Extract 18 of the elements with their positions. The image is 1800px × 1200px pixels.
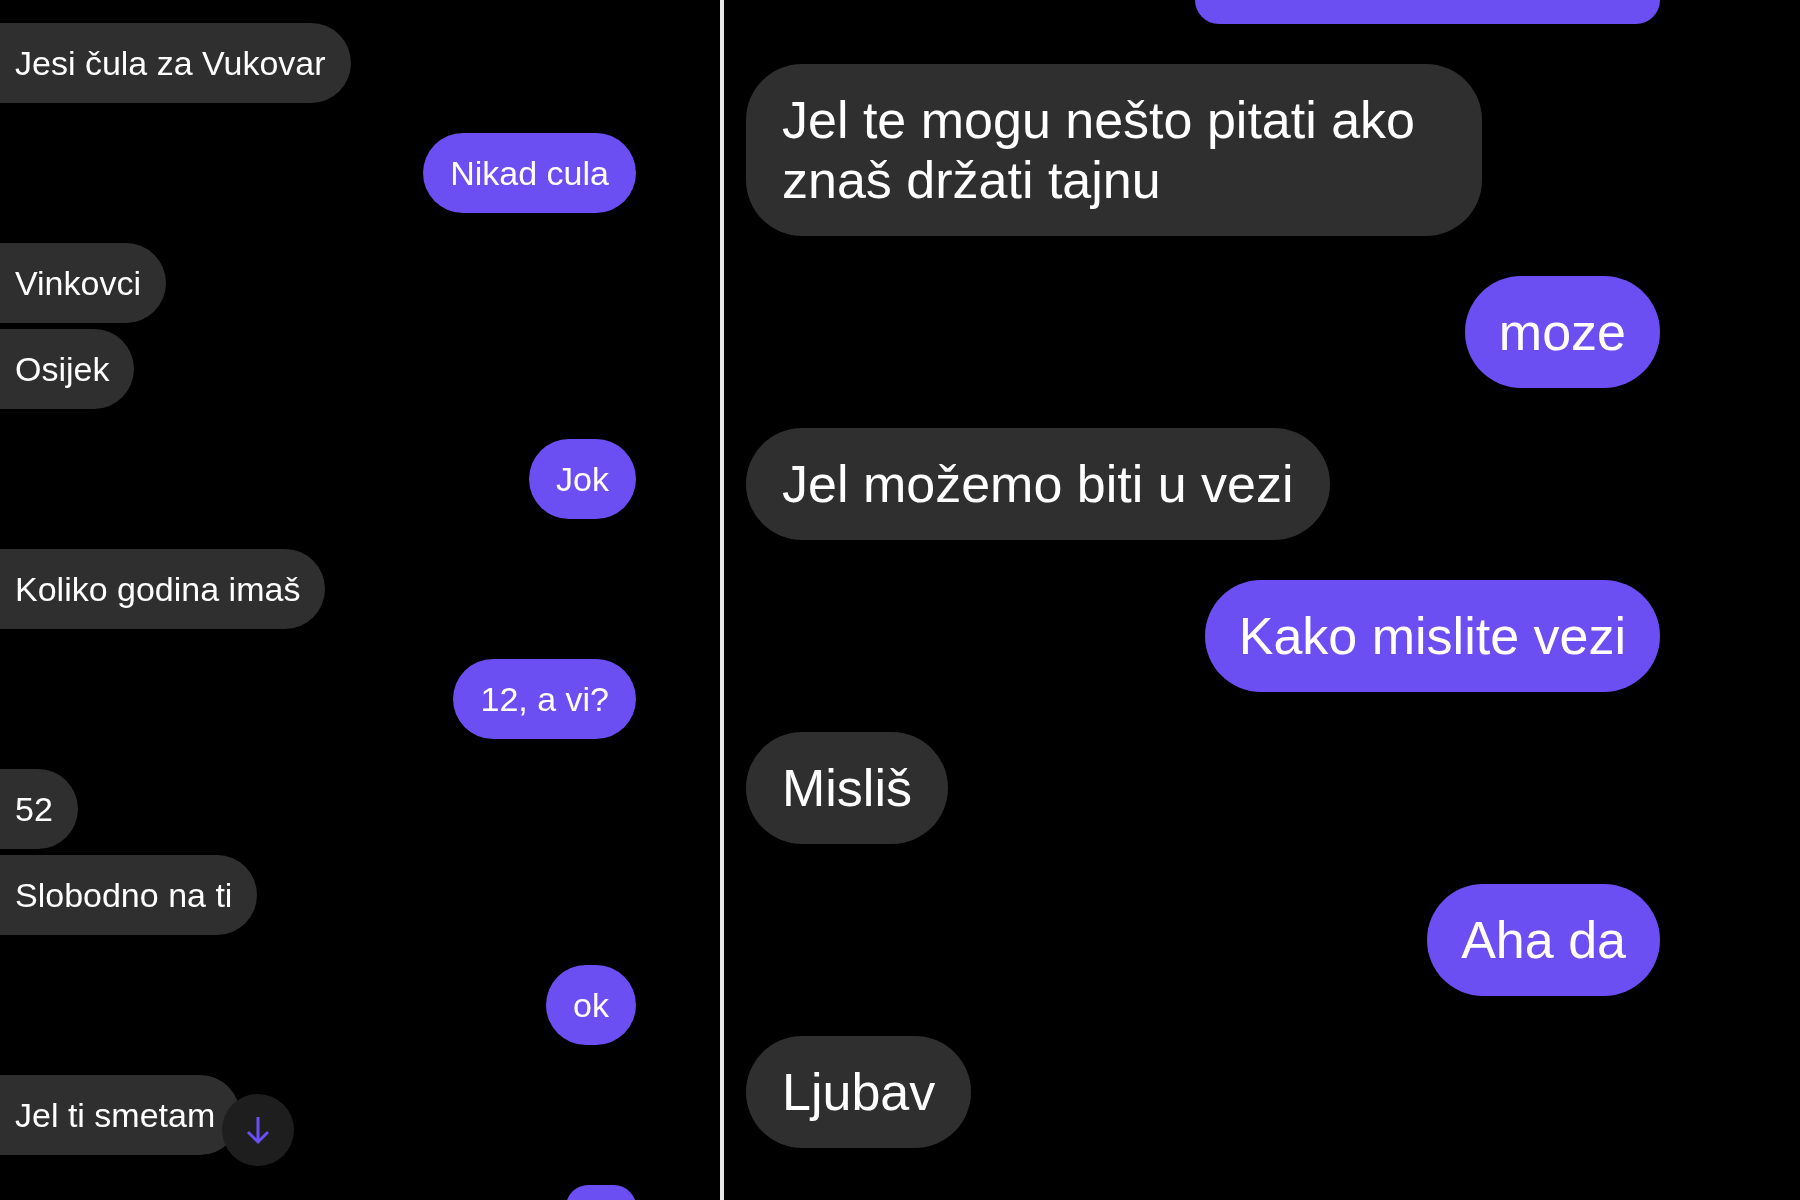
message-bubble: Jok xyxy=(529,439,636,519)
message-bubble: Osijek xyxy=(0,329,135,409)
message-bubble: Vinkovci xyxy=(0,243,166,323)
message-bubble: Nikad cula xyxy=(423,133,636,213)
message-bubble: Jel možemo biti u vezi xyxy=(746,428,1330,540)
message-bubble: ok xyxy=(546,965,636,1045)
message-bubble: Aha da xyxy=(1427,884,1660,996)
message-bubble: 52 xyxy=(0,769,78,849)
message-bubble: Jel te mogu nešto pitati ako znaš držati tajnu xyxy=(746,64,1482,236)
message-bubble: Ljubav xyxy=(746,1036,972,1148)
message-bubble: Koliko godina imaš xyxy=(0,549,326,629)
message-bubble: Slobodno na ti xyxy=(0,855,258,935)
message-bubble: Misliš xyxy=(746,732,948,844)
message-bubble: Kako mislite vezi xyxy=(1204,580,1660,692)
down-arrow-icon xyxy=(245,1115,272,1145)
message-bubble: 12, a vi? xyxy=(453,659,636,739)
message-bubble: moze xyxy=(1464,276,1660,388)
message-bubble: Jesi čula za Vukovar xyxy=(0,23,351,103)
